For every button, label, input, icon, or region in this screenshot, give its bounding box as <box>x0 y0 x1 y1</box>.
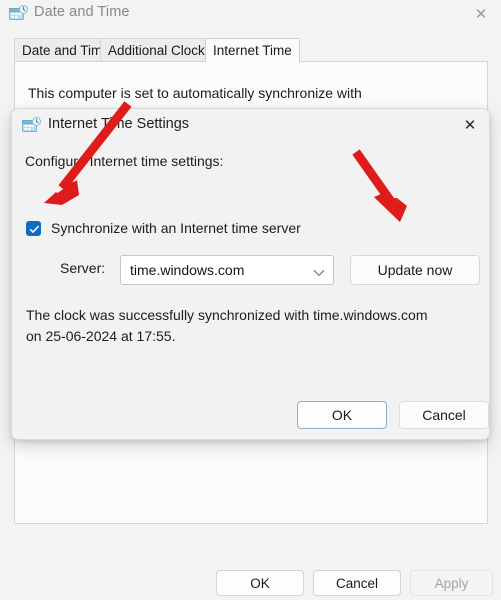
synchronize-checkbox[interactable] <box>26 220 41 236</box>
server-row: Server: time.windows.com Update now <box>12 255 489 285</box>
tab-internet-time[interactable]: Internet Time <box>205 38 300 62</box>
check-icon <box>29 225 39 233</box>
dialog-ok-button[interactable]: OK <box>297 401 387 429</box>
panel-note-text: This computer is set to automatically sy… <box>28 85 362 101</box>
synchronize-checkbox-label: Synchronize with an Internet time server <box>51 220 301 236</box>
dialog-title: Internet Time Settings <box>48 116 190 132</box>
date-time-icon <box>22 117 42 135</box>
dialog-body: Configure Internet time settings: Synchr… <box>12 142 489 441</box>
internet-time-settings-dialog: Internet Time Settings ✕ Configure Inter… <box>11 108 490 440</box>
close-icon[interactable]: ✕ <box>455 112 485 138</box>
window-apply-button: Apply <box>410 570 493 596</box>
chevron-down-icon <box>313 265 325 283</box>
server-label: Server: <box>60 260 106 276</box>
server-combobox-value: time.windows.com <box>130 262 245 278</box>
tab-strip: Date and Time Additional Clocks Internet… <box>0 38 501 62</box>
update-now-button[interactable]: Update now <box>350 255 480 285</box>
dialog-cancel-button[interactable]: Cancel <box>399 401 489 429</box>
window-ok-button[interactable]: OK <box>216 570 304 596</box>
window-title: Date and Time <box>34 4 130 20</box>
sync-status-text: The clock was successfully synchronized … <box>26 307 428 344</box>
dialog-titlebar: Internet Time Settings ✕ <box>12 109 489 142</box>
window-cancel-button[interactable]: Cancel <box>313 570 401 596</box>
date-and-time-window: Date and Time ✕ Date and Time Additional… <box>0 0 501 600</box>
window-footer: OK Cancel Apply <box>0 530 501 600</box>
date-time-icon <box>9 5 29 23</box>
server-combobox[interactable]: time.windows.com <box>120 255 334 285</box>
dialog-heading: Configure Internet time settings: <box>25 153 224 169</box>
tab-additional-clocks[interactable]: Additional Clocks <box>100 38 220 62</box>
close-icon[interactable]: ✕ <box>467 2 495 26</box>
synchronize-checkbox-row[interactable]: Synchronize with an Internet time server <box>26 220 301 236</box>
window-titlebar: Date and Time ✕ <box>0 0 501 30</box>
